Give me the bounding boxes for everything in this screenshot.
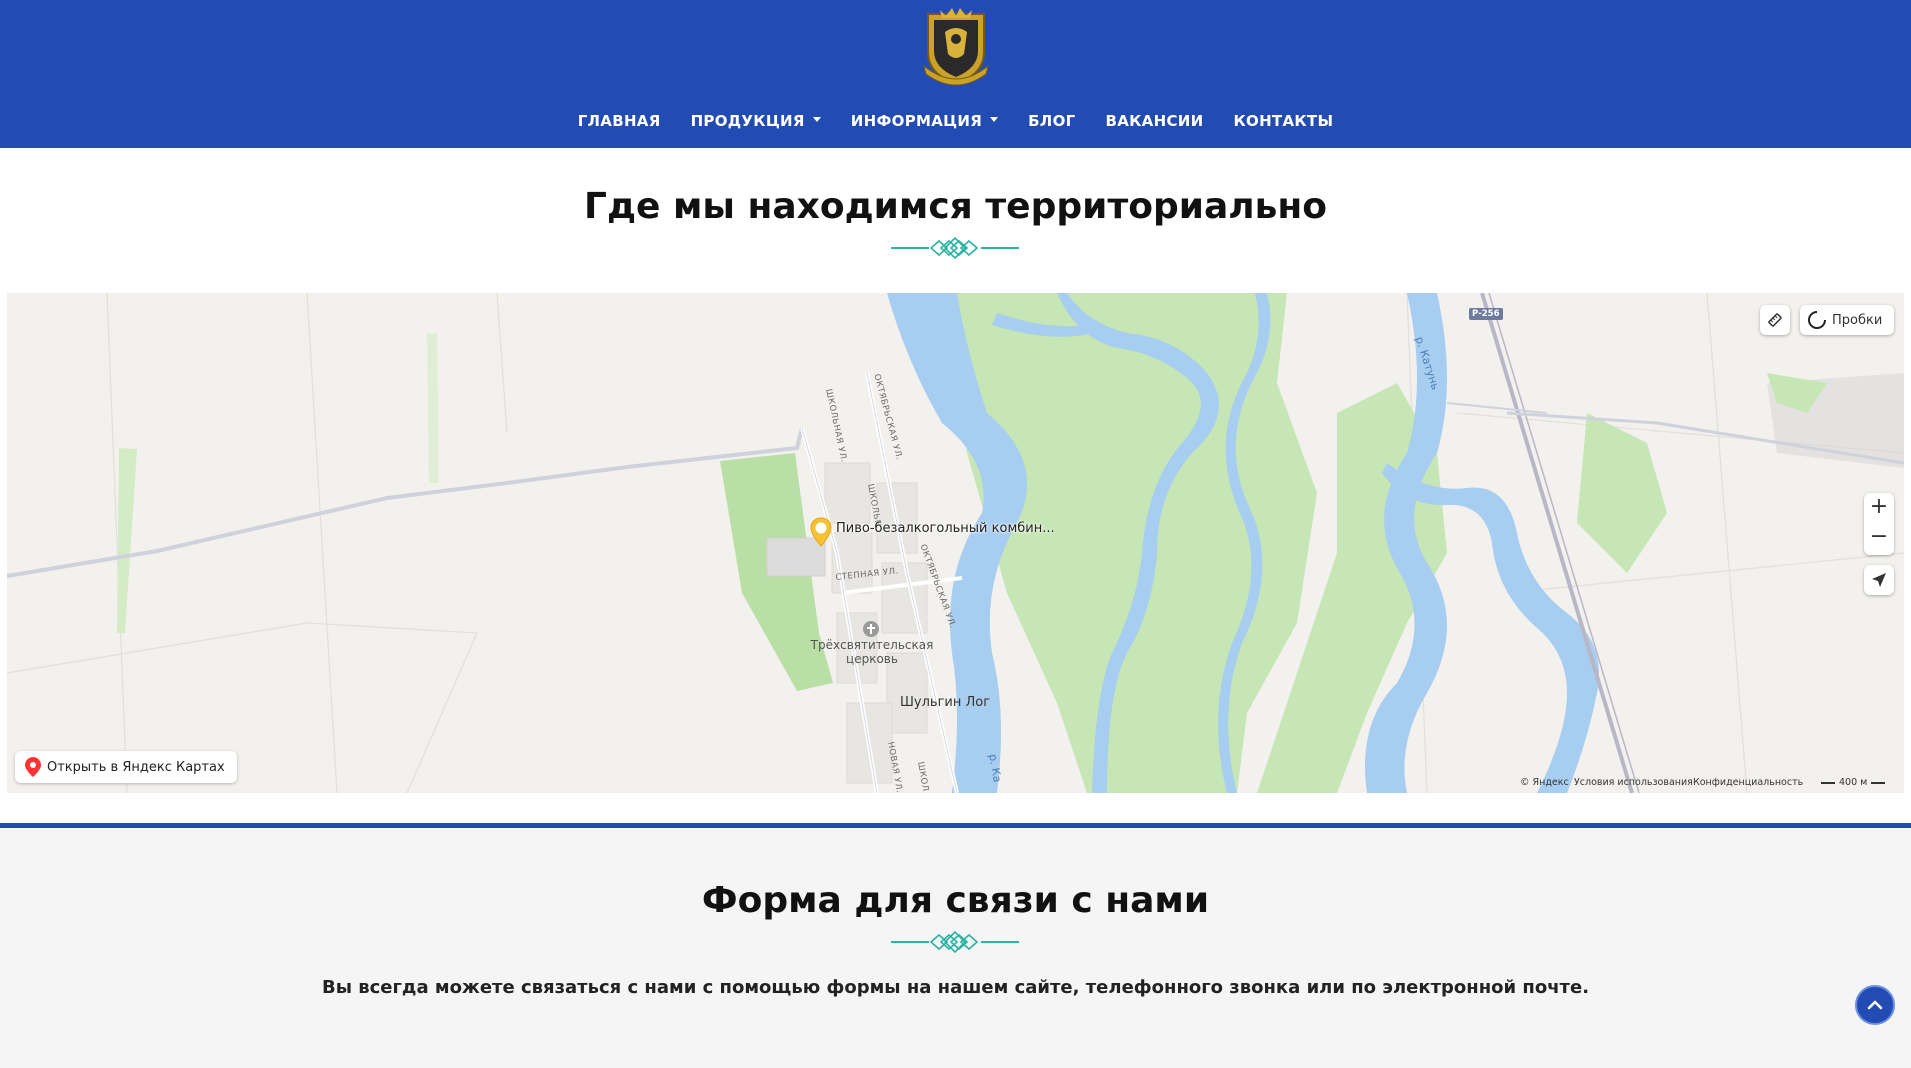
zoom-control: + −: [1864, 493, 1894, 555]
zoom-out-button[interactable]: −: [1870, 524, 1888, 554]
place-marker-label[interactable]: Пиво-безалкогольный комбин...: [836, 521, 1055, 536]
map-canvas[interactable]: [7, 293, 1904, 793]
road-badge: Р-256: [1469, 308, 1503, 320]
traffic-button[interactable]: Пробки: [1800, 305, 1894, 335]
village-label: Шульгин Лог: [900, 695, 991, 710]
nav-item-blog[interactable]: БЛОГ: [1028, 108, 1075, 134]
nav-item-label: БЛОГ: [1028, 112, 1076, 130]
scale-bar-left: [1821, 781, 1835, 784]
nav-item-label: ИНФОРМАЦИЯ: [850, 112, 983, 130]
nav-item-home[interactable]: ГЛАВНАЯ: [578, 108, 661, 134]
nav-item-info[interactable]: ИНФОРМАЦИЯ: [850, 108, 999, 134]
nav-item-products[interactable]: ПРОДУКЦИЯ: [691, 108, 821, 134]
geolocation-button[interactable]: [1864, 565, 1894, 595]
nav-item-contacts[interactable]: КОНТАКТЫ: [1233, 108, 1333, 134]
ruler-icon: [1768, 313, 1782, 327]
contact-description: Вы всегда можете связаться с нами с помо…: [321, 977, 1590, 998]
zoom-in-button[interactable]: +: [1870, 494, 1888, 524]
ornament-divider-icon: [891, 930, 1019, 954]
open-in-yandex-maps-button[interactable]: Открыть в Яндекс Картах: [15, 751, 237, 783]
site-header: ГЛАВНАЯ ПРОДУКЦИЯ ИНФОРМАЦИЯ БЛОГ ВАКАНС…: [0, 0, 1911, 148]
heraldic-crest-logo[interactable]: [920, 6, 992, 88]
map-scale: 400 м: [1821, 777, 1886, 788]
church-label: Трёхсвятительская церковь: [807, 638, 937, 666]
map-pin-icon[interactable]: [810, 517, 832, 547]
nav-item-label: ВАКАНСИИ: [1105, 112, 1204, 130]
scale-bar-right: [1871, 781, 1886, 784]
ruler-button[interactable]: [1760, 305, 1790, 335]
caret-down-icon: [990, 117, 999, 122]
church-icon[interactable]: [863, 621, 879, 637]
scroll-to-top-button[interactable]: [1855, 985, 1895, 1025]
nav-item-label: ПРОДУКЦИЯ: [690, 112, 805, 130]
ornament-divider-icon: [891, 236, 1019, 260]
yandex-map[interactable]: ШКОЛЬНАЯ УЛ. ОКТЯБРЬСКАЯ УЛ. ШКОЛЬН ОКТЯ…: [7, 293, 1904, 793]
yandex-pin-icon: [25, 757, 41, 777]
church-label-line: церковь: [846, 652, 898, 666]
nav-item-label: КОНТАКТЫ: [1233, 112, 1334, 130]
nav-item-label: ГЛАВНАЯ: [577, 112, 661, 130]
map-copyright[interactable]: © Яндекс: [1520, 777, 1569, 788]
contact-section-title: Форма для связи с нами: [701, 880, 1210, 921]
nav-item-vacancies[interactable]: ВАКАНСИИ: [1105, 108, 1203, 134]
scale-label: 400 м: [1839, 777, 1868, 788]
map-terms-link[interactable]: Условия использования: [1574, 777, 1693, 788]
traffic-label: Пробки: [1832, 312, 1883, 328]
traffic-icon: [1808, 310, 1827, 329]
map-privacy-link[interactable]: Конфиденциальность: [1693, 777, 1803, 788]
location-section-title: Где мы находимся территориально: [584, 186, 1327, 227]
church-label-line: Трёхсвятительская: [810, 638, 934, 652]
main-nav: ГЛАВНАЯ ПРОДУКЦИЯ ИНФОРМАЦИЯ БЛОГ ВАКАНС…: [0, 108, 1911, 134]
open-in-yandex-label: Открыть в Яндекс Картах: [47, 759, 225, 775]
caret-down-icon: [812, 117, 821, 122]
location-arrow-icon: [1872, 573, 1886, 587]
chevron-up-icon: [1867, 1000, 1883, 1010]
